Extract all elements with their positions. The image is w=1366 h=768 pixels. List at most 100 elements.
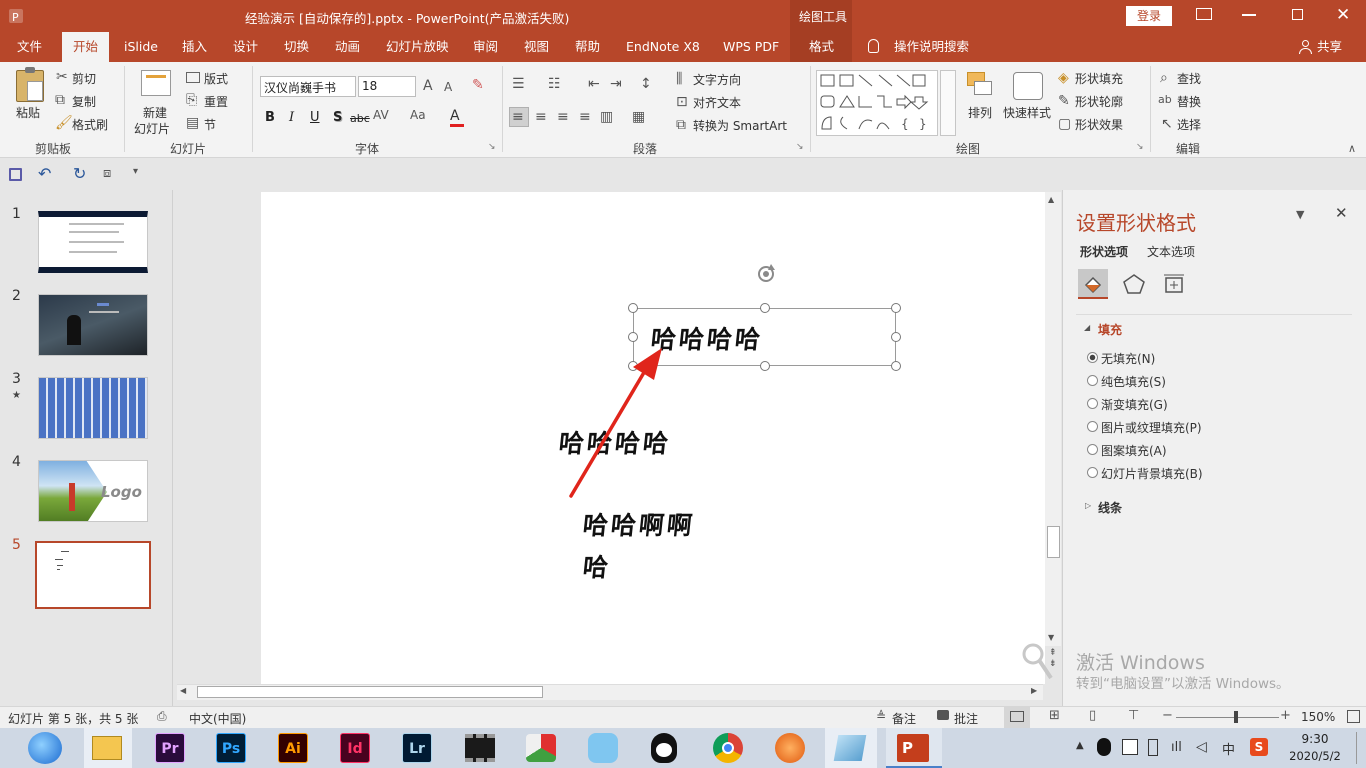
browser-app-icon[interactable]	[28, 732, 62, 764]
tray-sogou-icon[interactable]: S	[1250, 738, 1268, 756]
format-painter-button[interactable]: 格式刷	[72, 116, 108, 133]
indesign-app-icon[interactable]: Id	[340, 733, 370, 763]
slide-thumb-1[interactable]	[38, 211, 148, 273]
save-icon[interactable]	[9, 168, 22, 181]
scroll-down-icon[interactable]: ▼	[1048, 633, 1054, 642]
slide-canvas[interactable]: 哈哈哈哈 哈哈哈哈 哈哈啊啊 哈	[261, 192, 1045, 684]
ribbon-display-options-icon[interactable]	[1196, 8, 1212, 20]
decrease-indent-icon[interactable]: ⇤	[588, 77, 600, 91]
slide-thumb-3[interactable]	[38, 377, 148, 439]
arrange-icon[interactable]	[967, 72, 992, 95]
radio[interactable]	[1087, 444, 1098, 455]
reset-button[interactable]: 重置	[204, 93, 228, 110]
language-indicator[interactable]: 中文(中国)	[189, 710, 246, 727]
tab-endnote[interactable]: EndNote X8	[626, 32, 700, 62]
undo-icon[interactable]: ↶	[38, 164, 51, 183]
close-window-icon[interactable]: ✕	[1336, 5, 1350, 25]
start-slideshow-icon[interactable]: ⧈	[103, 166, 111, 181]
spellcheck-icon[interactable]: ⎙	[157, 709, 167, 724]
radio[interactable]	[1087, 375, 1098, 386]
tab-text-options[interactable]: 文本选项	[1147, 243, 1195, 260]
paragraph-dialog-launcher-icon[interactable]: ↘	[796, 142, 804, 152]
premiere-app-icon[interactable]: Pr	[155, 733, 185, 763]
zoom-out-icon[interactable]: −	[1162, 708, 1173, 723]
zoom-in-icon[interactable]: +	[1280, 708, 1291, 723]
qq-app-icon[interactable]	[651, 733, 677, 763]
numbering-icon[interactable]: ☷	[548, 77, 561, 91]
shapes-gallery-scroll[interactable]	[940, 70, 956, 136]
line-section-header[interactable]: 线条	[1098, 499, 1122, 516]
zoom-level[interactable]: 150%	[1301, 710, 1335, 724]
tab-file[interactable]: 文件	[17, 32, 42, 62]
lightroom-app-icon[interactable]: Lr	[402, 733, 432, 763]
char-spacing-icon[interactable]: AV	[373, 109, 389, 121]
fill-line-tab-button[interactable]	[1078, 269, 1108, 299]
new-slide-label-1[interactable]: 新建	[143, 104, 167, 121]
illustrator-app-icon[interactable]: Ai	[278, 733, 308, 763]
text-direction-button[interactable]: 文字方向	[693, 71, 741, 88]
shape-fill-button[interactable]: 形状填充	[1075, 70, 1123, 87]
change-case-icon[interactable]: Aa	[410, 109, 426, 121]
tray-security-icon[interactable]	[1122, 739, 1138, 755]
increase-indent-icon[interactable]: ⇥	[610, 77, 622, 91]
fill-expand-icon[interactable]: ◢	[1084, 323, 1090, 332]
paste-label[interactable]: 粘贴	[16, 104, 40, 121]
new-slide-icon[interactable]	[141, 70, 171, 96]
paste-icon[interactable]	[16, 67, 44, 102]
fit-to-window-icon[interactable]	[1347, 710, 1360, 723]
photoshop-app-icon[interactable]: Ps	[216, 733, 246, 763]
tray-network-icon[interactable]: ıll	[1171, 740, 1182, 755]
redo-icon[interactable]: ↻	[73, 164, 86, 183]
collapse-ribbon-icon[interactable]: ∧	[1348, 142, 1356, 155]
fill-option-picture[interactable]: 图片或纹理填充(P)	[1087, 419, 1202, 436]
tab-home[interactable]: 开始	[62, 32, 110, 62]
close-pane-icon[interactable]: ✕	[1335, 204, 1348, 222]
arrange-button[interactable]: 排列	[968, 104, 992, 121]
share-button[interactable]: 共享	[1317, 32, 1342, 62]
font-name-combo[interactable]: 汉仪尚巍手书	[260, 76, 356, 97]
chrome-app-icon[interactable]	[713, 733, 743, 763]
bold-button[interactable]: B	[265, 110, 275, 125]
clear-formatting-icon[interactable]: ✎	[472, 78, 484, 92]
zoom-slider-track[interactable]	[1176, 717, 1279, 718]
shape-effects-button[interactable]: 形状效果	[1075, 116, 1123, 133]
notes-app-icon[interactable]	[833, 735, 867, 761]
clock-date[interactable]: 2020/5/2	[1282, 749, 1348, 763]
slideshow-view-icon[interactable]: ⊤	[1128, 708, 1139, 723]
zoom-slider-thumb[interactable]	[1234, 711, 1238, 723]
font-color-icon[interactable]: A	[450, 108, 464, 127]
slide-thumb-4[interactable]: Logo	[38, 460, 148, 522]
colorful-app-icon[interactable]	[526, 734, 556, 762]
shadow-button[interactable]: S	[333, 110, 342, 125]
align-right-icon[interactable]: ≡	[557, 110, 569, 124]
scroll-left-icon[interactable]: ◀	[180, 686, 186, 695]
italic-button[interactable]: I	[289, 110, 294, 125]
bullets-icon[interactable]: ☰	[512, 77, 525, 91]
chat-app-icon[interactable]	[588, 733, 618, 763]
video-app-icon[interactable]	[465, 734, 495, 762]
tab-islide[interactable]: iSlide	[124, 32, 158, 62]
powerpoint-app-icon[interactable]: P	[897, 734, 929, 762]
layout-button[interactable]: 版式	[204, 70, 228, 87]
quick-styles-button[interactable]: 快速样式	[1003, 104, 1051, 121]
vertical-scrollbar[interactable]	[1045, 192, 1061, 646]
horizontal-scroll-thumb[interactable]	[197, 686, 543, 698]
line-spacing-icon[interactable]: ↕	[640, 77, 652, 91]
show-desktop-button[interactable]	[1356, 732, 1359, 764]
tab-help[interactable]: 帮助	[575, 32, 600, 62]
shape-outline-button[interactable]: 形状轮廓	[1075, 93, 1123, 110]
tab-wps-pdf[interactable]: WPS PDF	[723, 32, 779, 62]
select-button[interactable]: 选择	[1177, 116, 1201, 133]
tab-view[interactable]: 视图	[524, 32, 549, 62]
slide-thumb-5-active[interactable]	[35, 541, 151, 609]
normal-view-icon[interactable]	[1010, 711, 1024, 722]
strikethrough-button[interactable]: abc	[350, 112, 370, 125]
tab-format[interactable]: 格式	[809, 32, 834, 62]
quick-styles-icon[interactable]	[1013, 72, 1043, 100]
radio-selected[interactable]	[1087, 352, 1098, 363]
minimize-icon[interactable]	[1242, 14, 1256, 16]
fill-section-header[interactable]: 填充	[1098, 321, 1122, 338]
tab-shape-options[interactable]: 形状选项	[1080, 243, 1128, 260]
find-button[interactable]: 查找	[1177, 70, 1201, 87]
orange-app-icon[interactable]	[775, 733, 805, 763]
